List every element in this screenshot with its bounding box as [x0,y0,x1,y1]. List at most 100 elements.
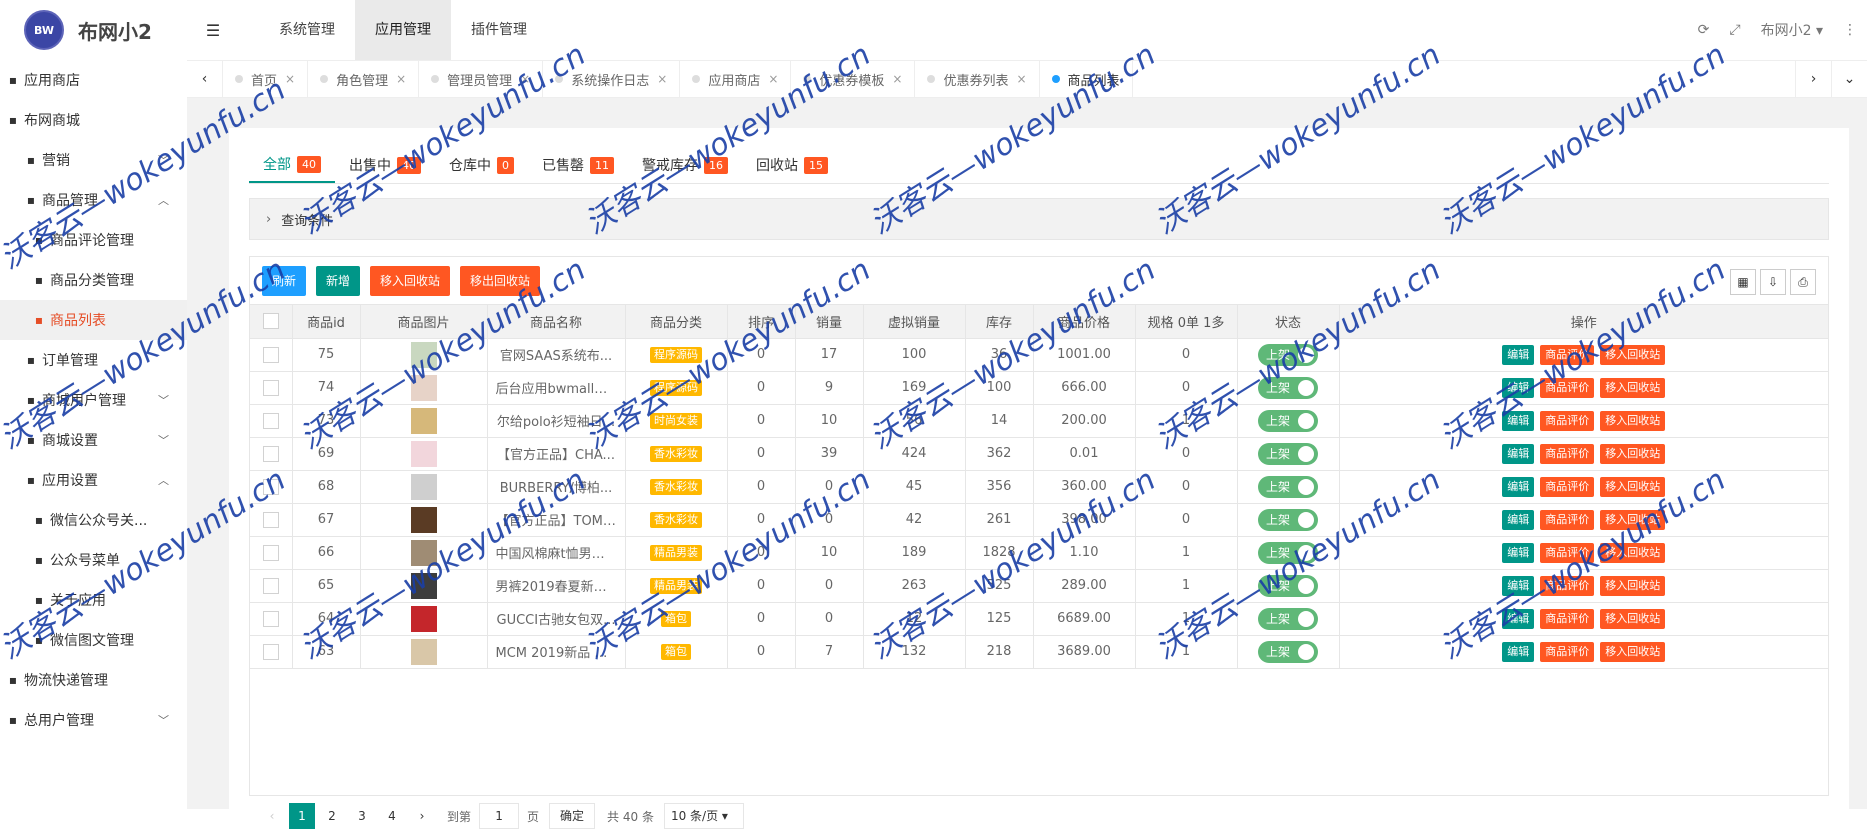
table-row[interactable]: 66中国风棉麻t恤男装...精品男装01018918281.101上架编辑商品评… [250,536,1828,569]
sidebar-item[interactable]: ▪公众号菜单 [0,540,187,580]
edit-button[interactable]: 编辑 [1502,411,1534,431]
close-icon[interactable]: × [285,72,295,86]
sidebar-item[interactable]: ▪订单管理 [0,340,187,380]
status-tab[interactable]: 全部40 [249,148,335,183]
row-checkbox[interactable] [263,413,279,429]
table-row[interactable]: 65男裤2019春夏新款...精品男装00263525289.001上架编辑商品… [250,569,1828,602]
review-button[interactable]: 商品评价 [1540,411,1594,431]
edit-button[interactable]: 编辑 [1502,510,1534,530]
column-header[interactable] [250,305,292,338]
goto-page-input[interactable]: 1 [479,803,519,829]
status-toggle[interactable]: 上架 [1258,509,1318,531]
sidebar-item[interactable]: ▪物流快递管理 [0,660,187,700]
menu-toggle-icon[interactable]: ☰ [187,21,239,40]
review-button[interactable]: 商品评价 [1540,642,1594,662]
status-tab[interactable]: 警戒库存16 [628,148,742,183]
status-toggle[interactable]: 上架 [1258,410,1318,432]
page-tab[interactable]: 优惠券模板× [791,60,915,98]
review-button[interactable]: 商品评价 [1540,345,1594,365]
top-nav-item[interactable]: 应用管理 [355,0,451,60]
recycle-button[interactable]: 移入回收站 [1600,576,1665,596]
page-tab[interactable]: 角色管理× [308,60,419,98]
status-tab[interactable]: 已售罄11 [528,148,628,183]
close-icon[interactable]: × [520,72,530,86]
print-icon[interactable]: ⎙ [1790,269,1816,295]
page-tab[interactable]: 优惠券列表× [915,60,1039,98]
page-number[interactable]: 1 [289,803,315,829]
status-tab[interactable]: 回收站15 [742,148,842,183]
sidebar-item[interactable]: ▪微信公众号关... [0,500,187,540]
sidebar-item[interactable]: ▪商品列表 [0,300,187,340]
status-tab[interactable]: 出售中40 [335,148,435,183]
row-checkbox[interactable] [263,512,279,528]
sidebar-item[interactable]: ▪应用设置︿ [0,460,187,500]
user-menu[interactable]: 布网小2 ▾ [1761,20,1823,40]
edit-button[interactable]: 编辑 [1502,378,1534,398]
recycle-button[interactable]: 移入回收站 [1600,345,1665,365]
status-tab[interactable]: 仓库中0 [435,148,528,183]
status-toggle[interactable]: 上架 [1258,542,1318,564]
sidebar-item[interactable]: ▪总用户管理﹀ [0,700,187,740]
tabs-dropdown-icon[interactable]: ⌄ [1831,60,1867,98]
recycle-button[interactable]: 移入回收站 [1600,609,1665,629]
edit-button[interactable]: 编辑 [1502,576,1534,596]
columns-icon[interactable]: ▦ [1730,269,1756,295]
row-checkbox[interactable] [263,545,279,561]
review-button[interactable]: 商品评价 [1540,477,1594,497]
status-toggle[interactable]: 上架 [1258,575,1318,597]
sidebar-item[interactable]: ▪关于应用 [0,580,187,620]
table-row[interactable]: 67【官方正品】TOM ...香水彩妆0042261398.000上架编辑商品评… [250,503,1828,536]
sidebar-item[interactable]: ▪商城设置﹀ [0,420,187,460]
status-toggle[interactable]: 上架 [1258,476,1318,498]
edit-button[interactable]: 编辑 [1502,543,1534,563]
logo[interactable]: BW 布网小2 [0,0,187,60]
table-row[interactable]: 68BURBERRY/博柏...香水彩妆0045356360.000上架编辑商品… [250,470,1828,503]
sidebar-item[interactable]: ▪商品分类管理 [0,260,187,300]
sidebar-item[interactable]: ▪布网商城 [0,100,187,140]
page-tab[interactable]: 管理员管理× [419,60,543,98]
row-checkbox[interactable] [263,644,279,660]
move-out-recycle-button[interactable]: 移出回收站 [460,266,540,296]
row-checkbox[interactable] [263,446,279,462]
status-toggle[interactable]: 上架 [1258,377,1318,399]
prev-page-icon[interactable]: ‹ [259,803,285,829]
table-row[interactable]: 75官网SAAS系统布...程序源码017100361001.000上架编辑商品… [250,338,1828,371]
move-to-recycle-button[interactable]: 移入回收站 [370,266,450,296]
row-checkbox[interactable] [263,578,279,594]
page-tab[interactable]: 应用商店× [680,60,791,98]
table-row[interactable]: 73尔给polo衫短袖日...时尚女装0105614200.001上架编辑商品评… [250,404,1828,437]
page-number[interactable]: 2 [319,803,345,829]
review-button[interactable]: 商品评价 [1540,378,1594,398]
fullscreen-icon[interactable]: ⤢ [1729,22,1740,38]
table-row[interactable]: 64GUCCI古驰女包双...箱包00121256689.001上架编辑商品评价… [250,602,1828,635]
sidebar-item[interactable]: ▪商品管理︿ [0,180,187,220]
page-tab[interactable]: 商品列表 [1040,60,1133,98]
recycle-button[interactable]: 移入回收站 [1600,378,1665,398]
close-icon[interactable]: × [892,72,902,86]
sidebar-item[interactable]: ▪商品评论管理 [0,220,187,260]
add-button[interactable]: 新增 [316,266,360,296]
page-tab[interactable]: 系统操作日志× [543,60,680,98]
tabs-left-arrow-icon[interactable]: ‹ [187,60,223,98]
page-tab[interactable]: 首页× [223,60,308,98]
edit-button[interactable]: 编辑 [1502,642,1534,662]
per-page-select[interactable]: 10 条/页 ▾ [664,803,744,829]
export-icon[interactable]: ⇩ [1760,269,1786,295]
recycle-button[interactable]: 移入回收站 [1600,642,1665,662]
more-icon[interactable]: ⋮ [1843,22,1857,38]
row-checkbox[interactable] [263,347,279,363]
close-icon[interactable]: × [1016,72,1026,86]
recycle-button[interactable]: 移入回收站 [1600,510,1665,530]
table-row[interactable]: 74后台应用bwmall（...程序源码09169100666.000上架编辑商… [250,371,1828,404]
status-toggle[interactable]: 上架 [1258,344,1318,366]
review-button[interactable]: 商品评价 [1540,576,1594,596]
edit-button[interactable]: 编辑 [1502,477,1534,497]
review-button[interactable]: 商品评价 [1540,444,1594,464]
recycle-button[interactable]: 移入回收站 [1600,477,1665,497]
recycle-button[interactable]: 移入回收站 [1600,411,1665,431]
status-toggle[interactable]: 上架 [1258,608,1318,630]
sidebar-item[interactable]: ▪应用商店 [0,60,187,100]
review-button[interactable]: 商品评价 [1540,543,1594,563]
next-page-icon[interactable]: › [409,803,435,829]
select-all-checkbox[interactable] [263,313,279,329]
